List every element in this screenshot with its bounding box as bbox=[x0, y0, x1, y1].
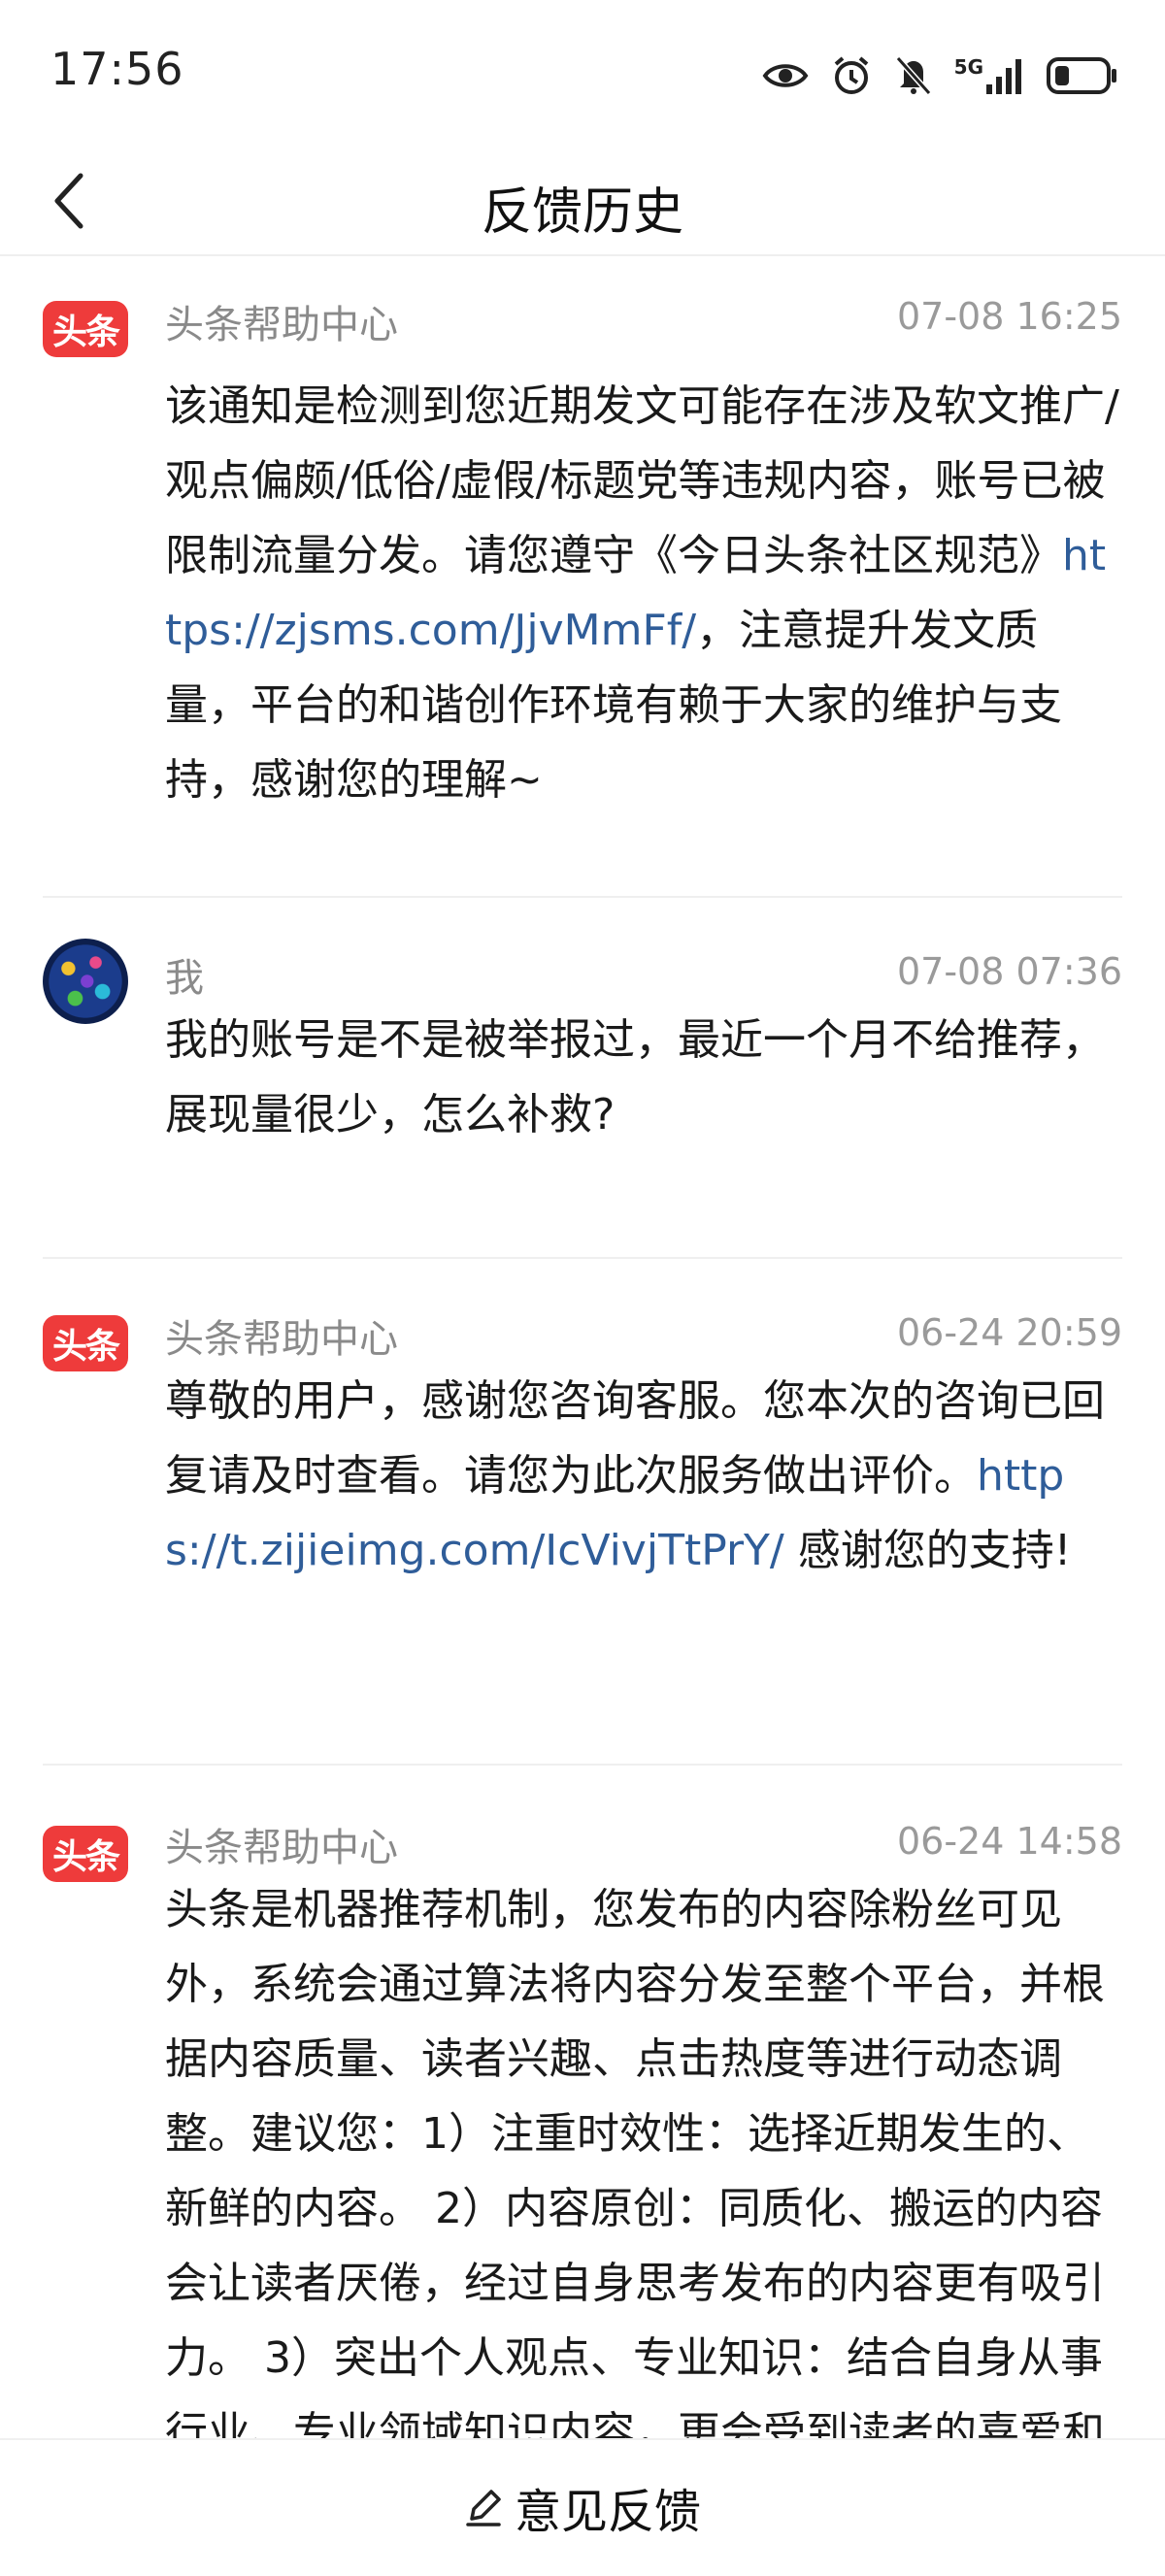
toutiao-logo-avatar: 头条 bbox=[43, 301, 128, 357]
sender-name: 头条帮助中心 bbox=[165, 1826, 398, 1870]
message-time: 07-08 07:36 bbox=[896, 950, 1122, 993]
sender-name: 头条帮助中心 bbox=[165, 303, 398, 347]
toutiao-logo-avatar: 头条 bbox=[43, 1826, 128, 1882]
mute-icon bbox=[894, 54, 933, 97]
user-avatar bbox=[43, 939, 128, 1024]
header: 反馈历史 bbox=[0, 146, 1165, 256]
message-time: 06-24 14:58 bbox=[896, 1820, 1122, 1863]
page-title: 反馈历史 bbox=[481, 183, 683, 242]
pen-icon bbox=[466, 2490, 501, 2526]
message-item: 头条 头条帮助中心 06-24 14:58 头条是机器推荐机制，您发布的内容除粉… bbox=[43, 1766, 1122, 2438]
feedback-label: 意见反馈 bbox=[514, 2485, 701, 2539]
message-item: 头条 头条帮助中心 06-24 20:59 尊敬的用户，感谢您咨询客服。您本次的… bbox=[43, 1259, 1122, 1766]
eye-icon bbox=[762, 59, 809, 92]
status-bar: 17:56 5G bbox=[0, 0, 1165, 146]
feedback-button[interactable]: 意见反馈 bbox=[0, 2473, 1165, 2541]
sender-name: 头条帮助中心 bbox=[165, 1317, 398, 1362]
network-label: 5G bbox=[953, 55, 983, 79]
signal-icon: 5G bbox=[954, 57, 1025, 94]
message-time: 06-24 20:59 bbox=[896, 1311, 1122, 1354]
alarm-icon bbox=[830, 54, 873, 97]
sender-name: 我 bbox=[165, 956, 204, 1001]
message-text: 我的账号是不是被举报过，最近一个月不给推荐，展现量很少，怎么补救? bbox=[165, 1015, 1105, 1139]
message-item: 我 07-08 07:36 我的账号是不是被举报过，最近一个月不给推荐，展现量很… bbox=[43, 898, 1122, 1259]
bottom-bar: 意见反馈 bbox=[0, 2438, 1165, 2576]
message-time: 07-08 16:25 bbox=[896, 295, 1122, 338]
feedback-history-list[interactable]: 头条 头条帮助中心 07-08 16:25 该通知是检测到您近期发文可能存在涉及… bbox=[0, 256, 1165, 2438]
status-icons: 5G bbox=[762, 47, 1118, 105]
battery-icon bbox=[1047, 56, 1118, 95]
status-time: 17:56 bbox=[50, 43, 184, 95]
toutiao-logo-avatar: 头条 bbox=[43, 1315, 128, 1371]
message-item: 头条 头条帮助中心 07-08 16:25 该通知是检测到您近期发文可能存在涉及… bbox=[43, 256, 1122, 898]
